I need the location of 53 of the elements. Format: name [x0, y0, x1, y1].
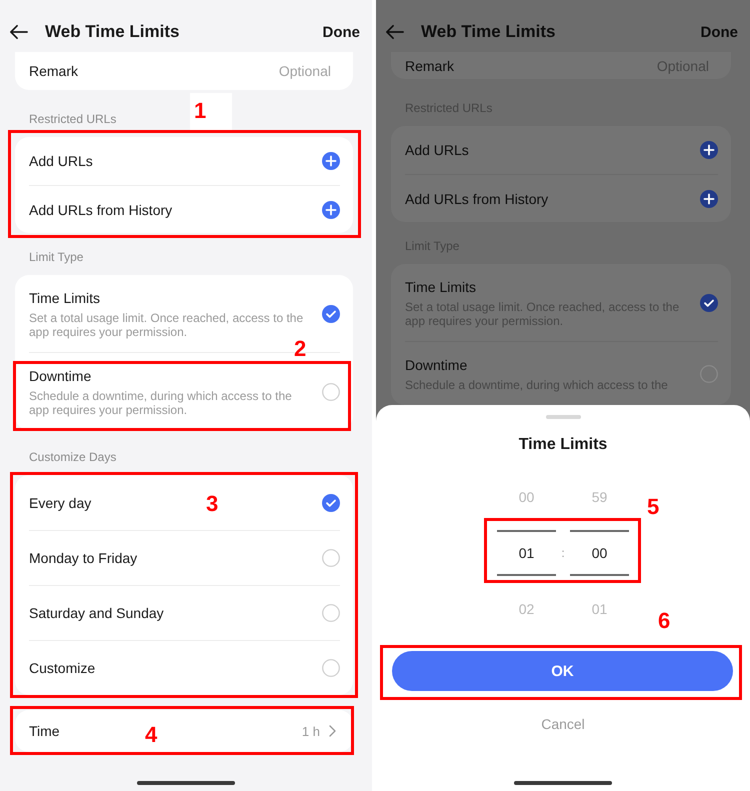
- time-separator: :: [560, 546, 566, 560]
- radio-circle-icon[interactable]: [322, 604, 340, 622]
- drag-handle[interactable]: [546, 415, 580, 419]
- add-url-item[interactable]: Add URLs: [29, 137, 340, 185]
- radio-circle-icon[interactable]: [322, 549, 340, 567]
- plus-circle-icon[interactable]: [322, 200, 340, 218]
- check-circle-icon[interactable]: [700, 294, 718, 312]
- option-description: Schedule a downtime, during which access to the app requires your permission.: [29, 389, 293, 417]
- done-button[interactable]: Done: [322, 24, 360, 40]
- setting-value: 1 h: [302, 724, 320, 738]
- option-title: Downtime: [29, 367, 92, 385]
- remark-input[interactable]: Optional: [261, 63, 331, 79]
- option-title: Time Limits: [29, 289, 102, 307]
- annotation-number: 1: [190, 93, 232, 130]
- limit-type-option[interactable]: Downtime Schedule a downtime, during which access to the app requires your permission.: [29, 367, 340, 417]
- section-heading: Limit Type: [29, 250, 84, 264]
- picker-value[interactable]: 00: [570, 530, 629, 576]
- option-title: Time Limits: [405, 278, 478, 296]
- section-heading: Restricted URLs: [29, 112, 116, 126]
- plus-circle-icon[interactable]: [322, 152, 340, 170]
- sheet-title: Time Limits: [518, 435, 608, 455]
- day-option[interactable]: Every day: [29, 494, 92, 510]
- option-description: Set a total usage limit. Once reached, access to the app requires your permission.: [29, 311, 304, 339]
- plus-circle-icon[interactable]: [700, 190, 718, 208]
- add-url-item[interactable]: Add URLs from History: [29, 185, 340, 233]
- day-option[interactable]: Monday to Friday: [29, 550, 138, 566]
- section-heading: Customize Days: [29, 450, 116, 464]
- day-option[interactable]: Customize: [29, 660, 96, 676]
- check-circle-icon[interactable]: [322, 494, 340, 512]
- annotation-number: 4: [145, 724, 158, 746]
- add-url-item[interactable]: Add URLs: [405, 126, 718, 174]
- field-label: Remark: [29, 63, 78, 79]
- picker-value[interactable]: 01: [497, 530, 556, 576]
- annotation-number: 6: [658, 610, 670, 632]
- annotation-number: 5: [647, 496, 660, 518]
- screen-title: Web Time Limits: [421, 22, 556, 42]
- setting-label: Time: [29, 723, 60, 739]
- option-title: Downtime: [405, 356, 468, 374]
- chevron-right-icon: [329, 725, 336, 737]
- check-circle-icon[interactable]: [322, 305, 340, 323]
- done-button[interactable]: Done: [700, 24, 738, 40]
- ok-button[interactable]: OK: [392, 651, 733, 691]
- field-label: Remark: [405, 58, 454, 74]
- screen-title: Web Time Limits: [45, 22, 180, 42]
- radio-circle-icon[interactable]: [322, 659, 340, 677]
- add-url-item[interactable]: Add URLs from History: [405, 174, 718, 222]
- plus-circle-icon[interactable]: [700, 141, 718, 159]
- radio-circle-icon[interactable]: [322, 383, 340, 401]
- annotation-number: 2: [294, 338, 306, 360]
- annotation-number: 3: [206, 493, 218, 515]
- back-arrow-icon[interactable]: [9, 24, 28, 40]
- limit-type-option[interactable]: Time Limits Set a total usage limit. Once reached, access to the app requires your permission.: [29, 289, 340, 339]
- day-option[interactable]: Saturday and Sunday: [29, 605, 164, 621]
